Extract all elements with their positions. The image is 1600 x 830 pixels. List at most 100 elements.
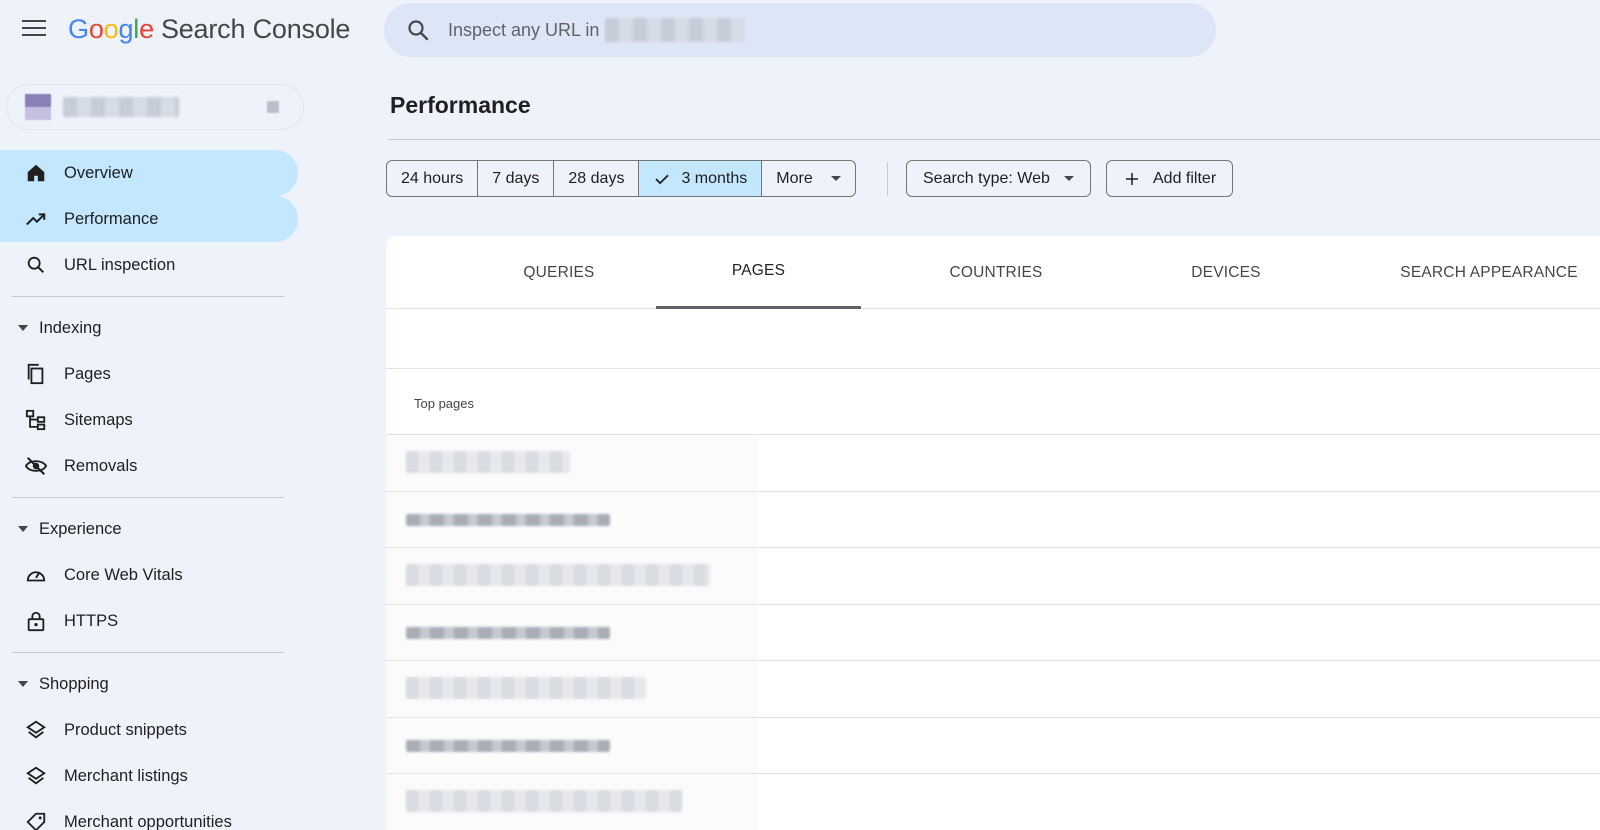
date-range-label: 24 hours xyxy=(401,169,464,187)
tab-search-appearance[interactable]: SEARCH APPEARANCE xyxy=(1386,236,1592,309)
search-placeholder: Inspect any URL in xyxy=(448,19,600,40)
sidebar-divider xyxy=(12,296,284,297)
table-row[interactable] xyxy=(386,547,1600,604)
eye-off-icon xyxy=(25,457,47,475)
tab-label: COUNTRIES xyxy=(949,263,1043,281)
sidebar-divider xyxy=(12,497,284,498)
logo-letter: G xyxy=(68,14,89,44)
sidebar-item-label: Pages xyxy=(64,364,111,383)
sidebar-item-label: Removals xyxy=(64,456,138,475)
sidebar-section-indexing[interactable]: Indexing xyxy=(0,305,300,351)
tab-label: SEARCH APPEARANCE xyxy=(1400,263,1578,281)
title-divider xyxy=(388,139,1600,140)
redacted-property-name xyxy=(605,18,746,42)
sidebar-item-core-web-vitals[interactable]: Core Web Vitals xyxy=(0,552,298,598)
sidebar-item-label: Overview xyxy=(64,163,133,182)
sidebar-item-merchant-opportunities[interactable]: Merchant opportunities xyxy=(0,799,298,830)
dimension-tabs: QUERIES PAGES COUNTRIES DEVICES SEARCH A… xyxy=(386,236,1600,309)
sidebar-item-performance[interactable]: Performance xyxy=(0,196,298,242)
sidebar-section-title: Experience xyxy=(39,519,122,538)
sidebar-item-removals[interactable]: Removals xyxy=(0,443,298,489)
search-icon xyxy=(408,20,429,41)
sidebar-item-sitemaps[interactable]: Sitemaps xyxy=(0,397,298,443)
date-range-7-days-button[interactable]: 7 days xyxy=(478,161,555,196)
sidebar-section-title: Indexing xyxy=(39,318,102,337)
date-range-selector: 24 hours 7 days 28 days 3 months More xyxy=(386,160,856,197)
speedometer-icon xyxy=(26,571,46,582)
date-range-label: More xyxy=(776,169,813,187)
app-logo[interactable]: Google Search Console xyxy=(68,14,350,45)
sidebar-section-shopping[interactable]: Shopping xyxy=(0,661,300,707)
tab-label: DEVICES xyxy=(1191,263,1261,281)
plus-icon xyxy=(1126,172,1138,185)
url-inspection-search-input[interactable]: Inspect any URL in xyxy=(384,3,1216,57)
tab-label: PAGES xyxy=(731,262,786,279)
property-selector[interactable] xyxy=(6,84,304,130)
caret-down-icon xyxy=(18,325,28,331)
sitemap-icon xyxy=(25,409,46,431)
layers-icon xyxy=(26,720,46,739)
sidebar-section-experience[interactable]: Experience xyxy=(0,506,300,552)
table-row[interactable] xyxy=(386,434,1600,491)
table-row[interactable] xyxy=(386,716,1600,773)
property-dropdown-icon xyxy=(267,101,279,113)
date-range-label: 28 days xyxy=(568,169,625,187)
sidebar-item-label: HTTPS xyxy=(64,611,119,630)
sidebar-item-product-snippets[interactable]: Product snippets xyxy=(0,707,298,753)
search-icon xyxy=(27,256,45,274)
trending-up-icon xyxy=(26,213,46,226)
dropdown-arrow-icon xyxy=(1063,176,1074,181)
logo-letter: o xyxy=(88,14,104,44)
date-range-3-months-button[interactable]: 3 months xyxy=(639,161,763,196)
tab-pages[interactable]: PAGES xyxy=(656,236,861,309)
search-type-label: Search type: Web xyxy=(923,169,1050,187)
sidebar-divider xyxy=(12,652,284,653)
sidebar-item-label: Performance xyxy=(64,209,159,228)
sidebar-item-merchant-listings[interactable]: Merchant listings xyxy=(0,753,298,799)
date-range-28-days-button[interactable]: 28 days xyxy=(554,161,640,196)
table-row[interactable] xyxy=(386,660,1600,717)
sidebar-item-https[interactable]: HTTPS xyxy=(0,598,298,644)
sidebar-nav: Overview Performance URL inspection Inde… xyxy=(0,150,300,830)
check-icon xyxy=(655,174,670,184)
report-card: QUERIES PAGES COUNTRIES DEVICES SEARCH A… xyxy=(386,236,1600,830)
filter-divider xyxy=(887,162,888,196)
search-type-dropdown[interactable]: Search type: Web xyxy=(906,160,1091,197)
home-icon xyxy=(27,164,45,182)
logo-letter: e xyxy=(139,14,154,44)
tab-queries[interactable]: QUERIES xyxy=(474,236,644,309)
date-range-label: 7 days xyxy=(492,169,540,187)
lock-icon xyxy=(27,611,45,632)
tab-devices[interactable]: DEVICES xyxy=(1126,236,1326,309)
table-row[interactable] xyxy=(386,490,1600,547)
add-filter-button[interactable]: Add filter xyxy=(1106,160,1234,197)
sidebar-item-pages[interactable]: Pages xyxy=(0,351,298,397)
tag-icon xyxy=(26,812,46,830)
layers-icon xyxy=(26,766,46,785)
property-favicon xyxy=(25,94,51,120)
redacted-page-url xyxy=(406,513,610,526)
redacted-property-url xyxy=(63,97,179,117)
sidebar-item-overview[interactable]: Overview xyxy=(0,150,298,196)
dropdown-arrow-icon xyxy=(830,176,841,181)
date-range-more-dropdown[interactable]: More xyxy=(762,161,854,196)
top-pages-table xyxy=(386,434,1600,830)
tab-countries[interactable]: COUNTRIES xyxy=(886,236,1106,309)
redacted-page-url xyxy=(406,677,646,699)
page-title: Performance xyxy=(390,92,531,118)
sidebar-item-label: Sitemaps xyxy=(64,410,133,429)
date-range-label: 3 months xyxy=(681,169,748,187)
table-row[interactable] xyxy=(386,773,1600,830)
sidebar-item-label: Product snippets xyxy=(64,720,187,739)
table-row[interactable] xyxy=(386,603,1600,660)
pages-icon xyxy=(27,363,44,385)
date-range-24-hours-button[interactable]: 24 hours xyxy=(387,161,479,196)
main-menu-button[interactable] xyxy=(22,20,46,38)
logo-letter: g xyxy=(118,14,134,44)
caret-down-icon xyxy=(18,526,28,532)
sidebar-item-url-inspection[interactable]: URL inspection xyxy=(0,242,298,288)
redacted-page-url xyxy=(406,451,570,473)
sidebar-item-label: Core Web Vitals xyxy=(64,565,183,584)
logo-letter: o xyxy=(103,14,119,44)
product-name: Search Console xyxy=(160,14,351,44)
